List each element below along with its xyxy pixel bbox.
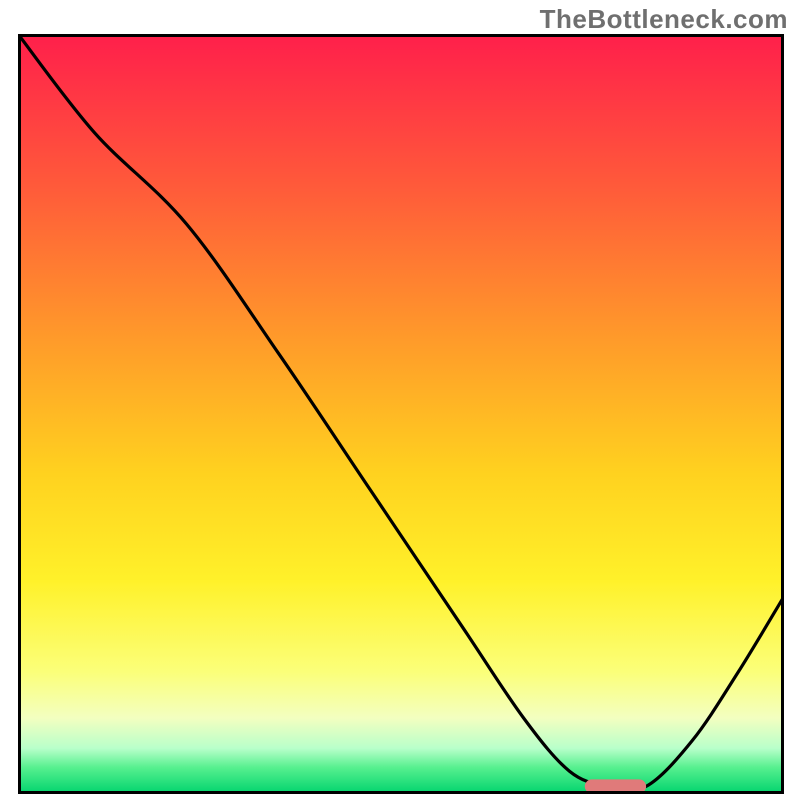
chart-frame: TheBottleneck.com — [0, 0, 800, 800]
chart-svg — [18, 34, 784, 794]
gradient-background — [18, 34, 784, 794]
watermark-text: TheBottleneck.com — [540, 4, 788, 35]
bottleneck-chart — [18, 34, 784, 794]
